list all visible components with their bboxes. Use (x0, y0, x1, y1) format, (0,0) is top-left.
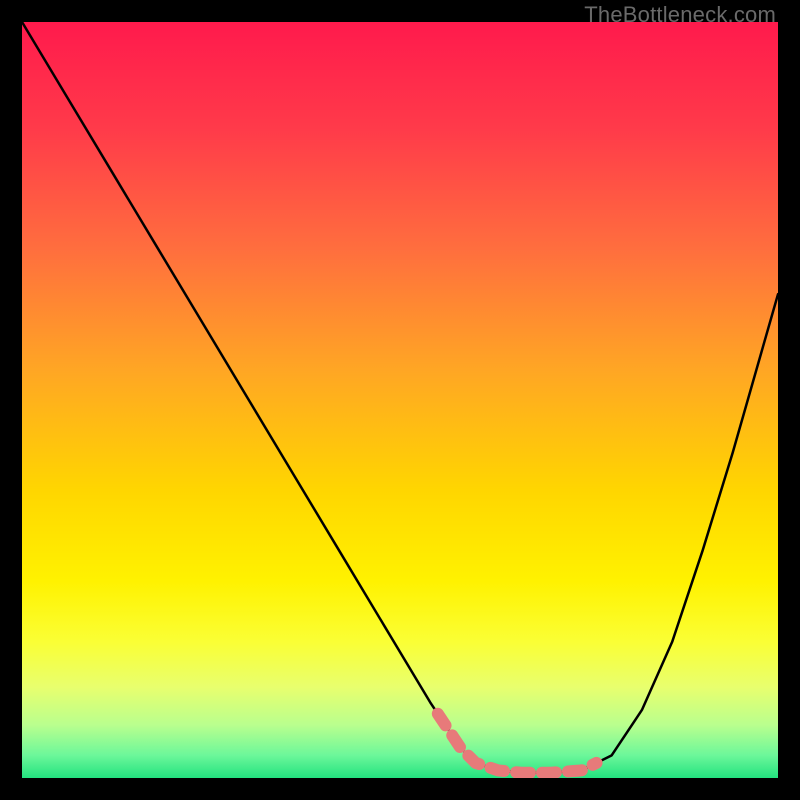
bottleneck-curve (22, 22, 778, 773)
chart-frame: TheBottleneck.com (0, 0, 800, 800)
watermark-text: TheBottleneck.com (584, 2, 776, 28)
highlight-segment (438, 714, 597, 773)
plot-area (22, 22, 778, 778)
curve-layer (22, 22, 778, 778)
